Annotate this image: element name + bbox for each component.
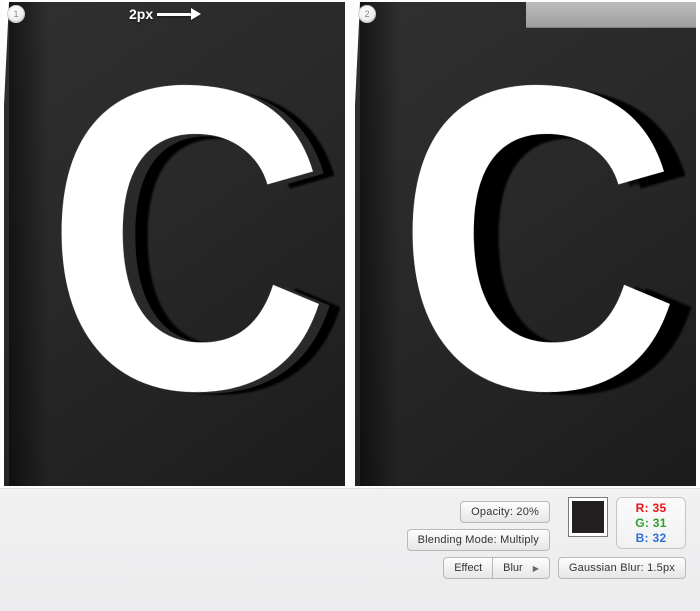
window-edge	[526, 2, 696, 28]
rgb-readout: R: 35 G: 31 B: 32	[616, 497, 686, 549]
blending-mode-button[interactable]: Blending Mode: Multiply	[407, 529, 550, 551]
effect-menu-button[interactable]: Effect	[443, 557, 493, 579]
rgb-r-value: R: 35	[623, 501, 679, 516]
offset-value: 2px	[129, 6, 153, 22]
opacity-button[interactable]: Opacity: 20%	[460, 501, 550, 523]
color-swatch[interactable]	[568, 497, 608, 537]
rgb-b-value: B: 32	[623, 531, 679, 546]
rgb-g-value: G: 31	[623, 516, 679, 531]
artboard-step-2: C C C 2	[355, 2, 696, 486]
letter-c-group: C C C	[41, 19, 330, 486]
gaussian-blur-button[interactable]: Gaussian Blur: 1.5px	[558, 557, 686, 579]
step-badge: 2	[359, 6, 375, 22]
step-badge: 1	[8, 6, 24, 22]
properties-panel: Opacity: 20% Blending Mode: Multiply R: …	[0, 488, 700, 611]
arrow-right-icon	[157, 8, 201, 20]
offset-tip: 2px	[129, 6, 201, 22]
artboard-step-1: C C C 1 2px	[4, 2, 345, 486]
blur-submenu-button[interactable]: Blur ▶	[493, 557, 550, 579]
effect-menu-group: Effect Blur ▶	[443, 557, 550, 579]
letter-c-group: C C C	[392, 19, 681, 486]
blur-label: Blur	[503, 562, 523, 574]
letter-c-face: C	[41, 19, 321, 43]
chevron-right-icon: ▶	[533, 564, 539, 573]
canvas-area: C C C 1 2px C C C 2	[0, 0, 700, 488]
